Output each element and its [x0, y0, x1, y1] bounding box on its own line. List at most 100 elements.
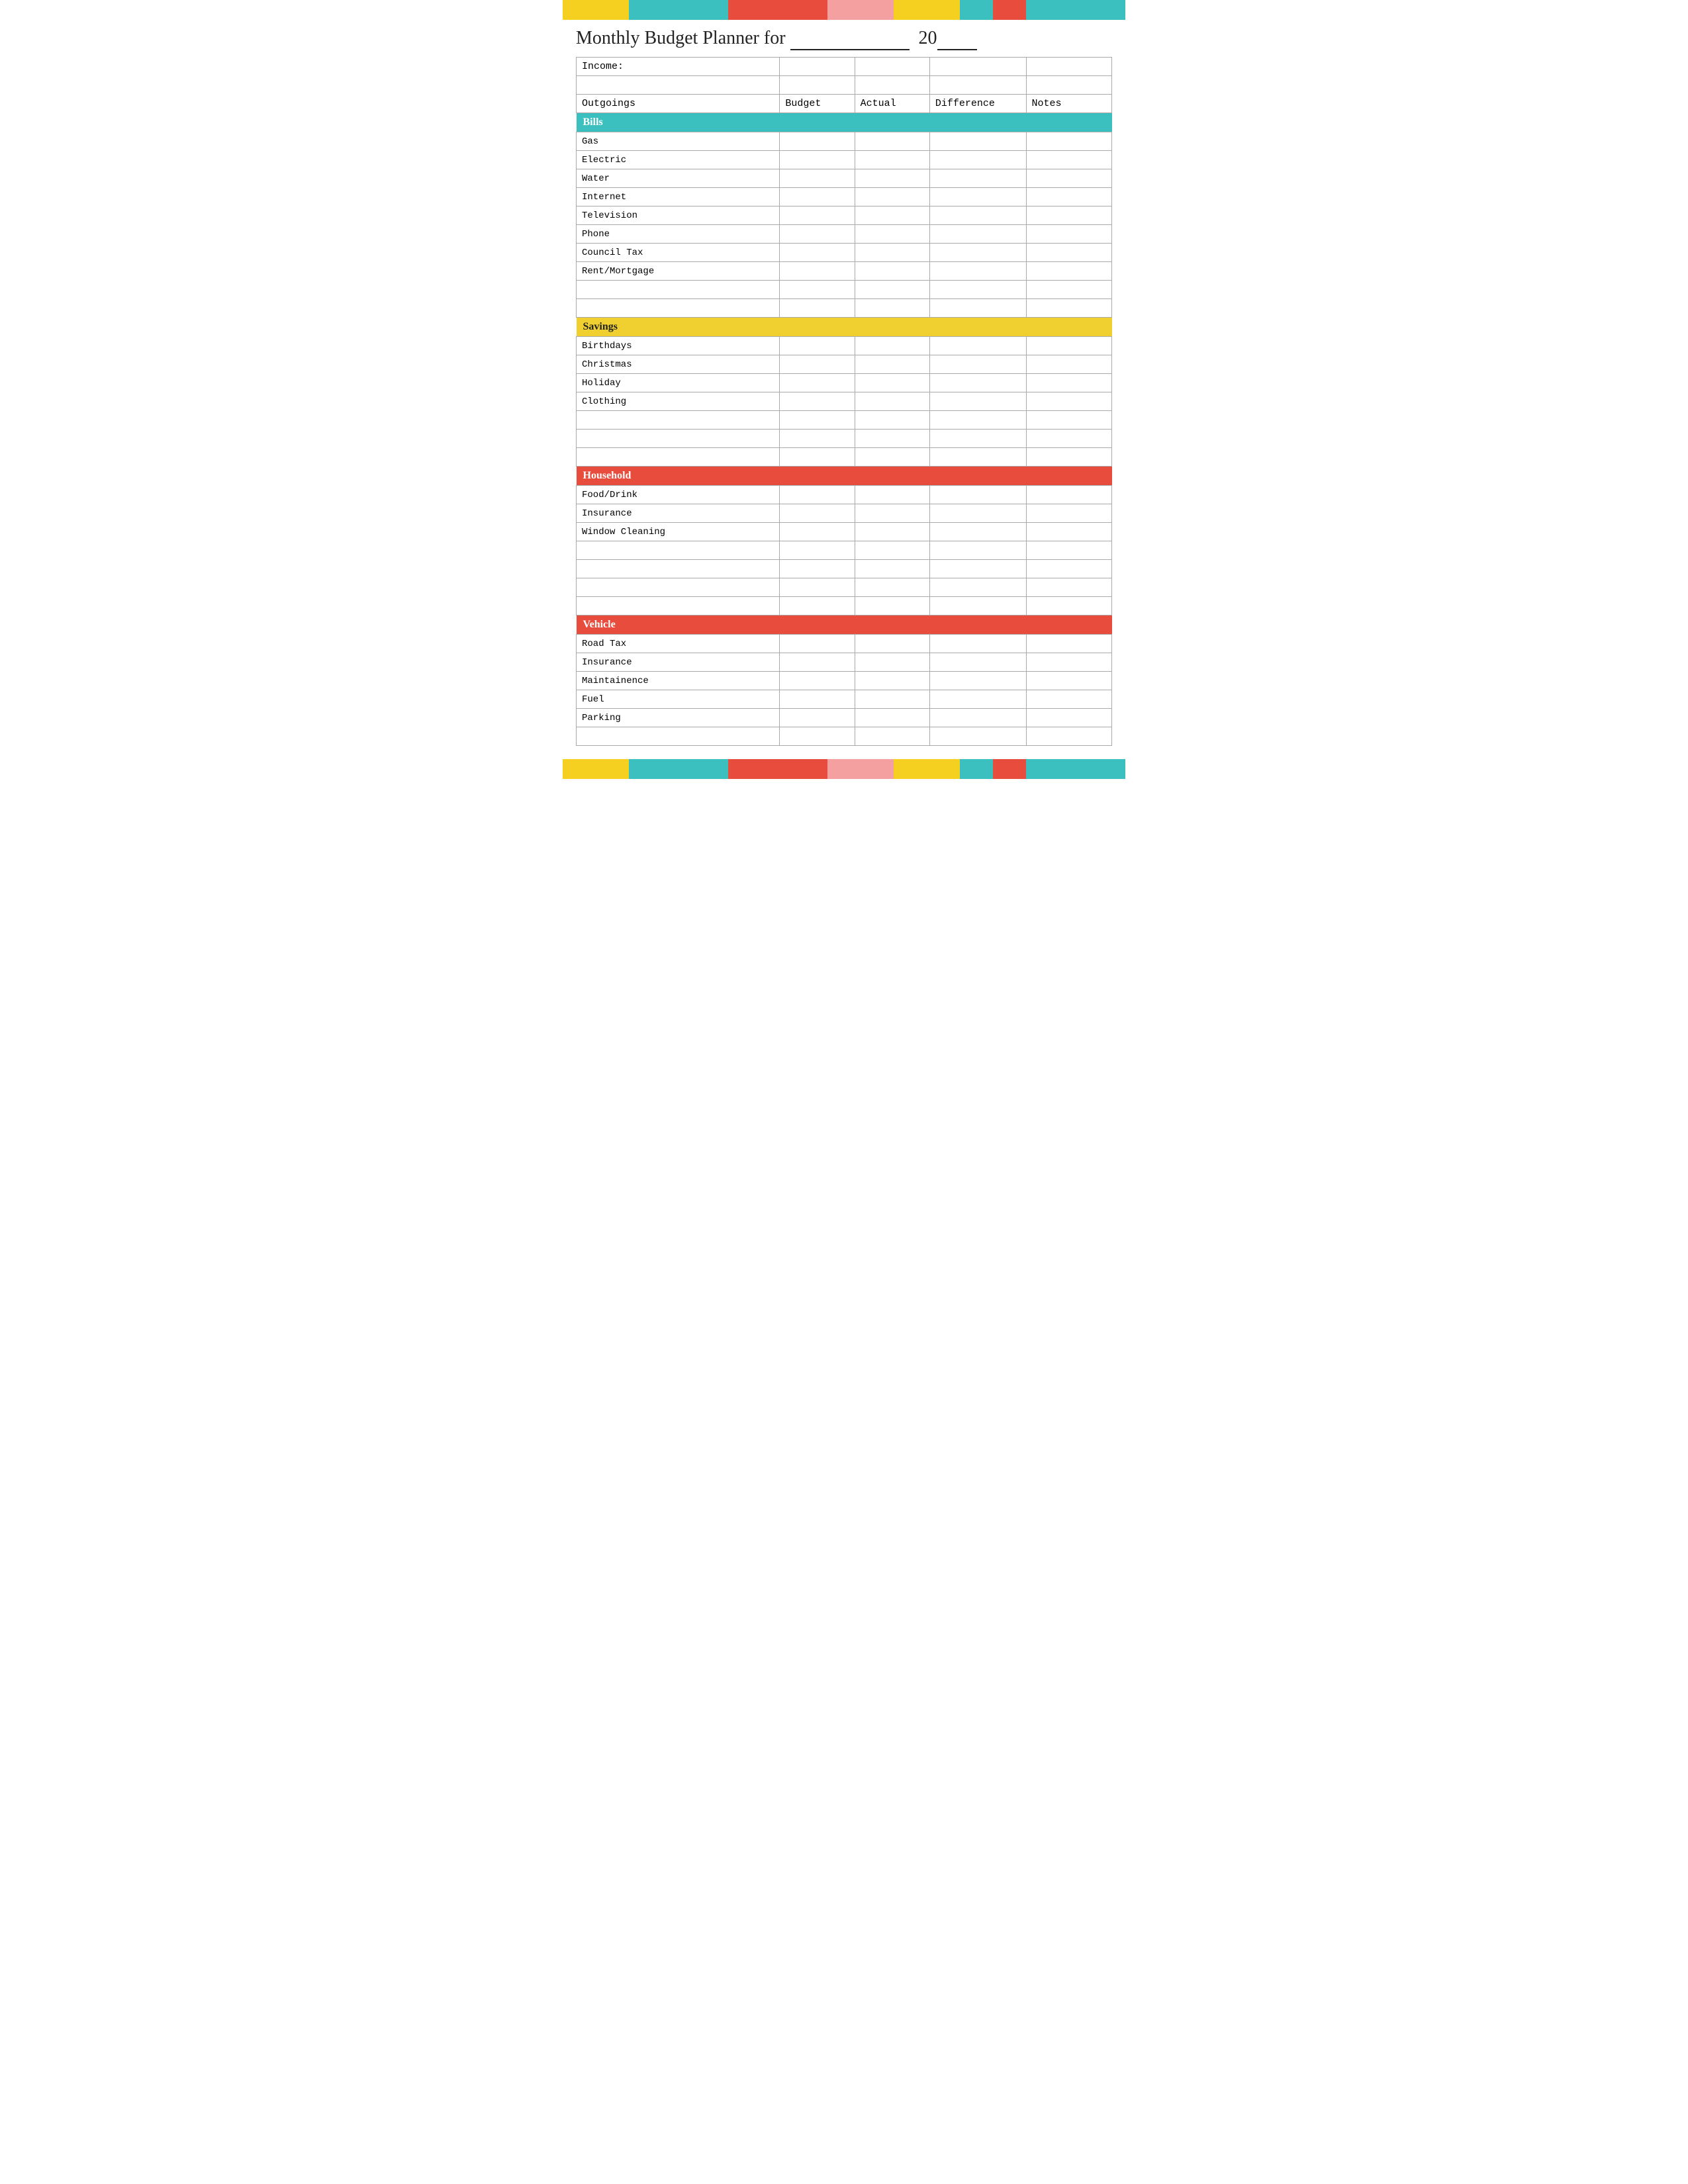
row-cell-1: [780, 262, 855, 281]
row-label-empty: [577, 560, 780, 578]
row-cell-1: [780, 523, 855, 541]
row-cell-2: [855, 355, 929, 374]
row-label-empty: [577, 411, 780, 430]
row-cell-3: [929, 374, 1026, 392]
row-cell-1: [780, 653, 855, 672]
row-label-empty: [577, 430, 780, 448]
row-cell-4: [1026, 244, 1111, 262]
page-title: Monthly Budget Planner for 20: [563, 20, 1125, 57]
section-header-bills: Bills: [577, 113, 1112, 132]
row-cell-2: [855, 225, 929, 244]
table-row: Council Tax: [577, 244, 1112, 262]
row-cell-2: [855, 709, 929, 727]
row-label-empty: [577, 299, 780, 318]
row-label: Window Cleaning: [577, 523, 780, 541]
row-label: Rent/Mortgage: [577, 262, 780, 281]
row-cell-1: [780, 635, 855, 653]
income-notes: [1026, 58, 1111, 76]
bar-segment: [563, 759, 629, 779]
row-cell-2: [855, 411, 929, 430]
row-cell-1: [780, 690, 855, 709]
row-cell-3: [929, 299, 1026, 318]
table-row: Television: [577, 206, 1112, 225]
row-label: Holiday: [577, 374, 780, 392]
row-cell-3: [929, 355, 1026, 374]
top-color-bar: [563, 0, 1125, 20]
row-cell-1: [780, 244, 855, 262]
col-notes: Notes: [1026, 95, 1111, 113]
row-label-empty: [577, 541, 780, 560]
row-cell-1: [780, 411, 855, 430]
bar-segment: [993, 0, 1026, 20]
row-label: Parking: [577, 709, 780, 727]
col-difference: Difference: [929, 95, 1026, 113]
row-cell-4: [1026, 597, 1111, 615]
row-cell-1: [780, 504, 855, 523]
table-row: Fuel: [577, 690, 1112, 709]
row-cell-4: [1026, 690, 1111, 709]
row-cell-3: [929, 430, 1026, 448]
section-label-household: Household: [577, 467, 1112, 486]
spacer-row-1: [577, 76, 1112, 95]
row-cell-3: [929, 337, 1026, 355]
bar-segment: [894, 0, 960, 20]
row-cell-3: [929, 709, 1026, 727]
title-blank: [790, 28, 910, 50]
bar-segment: [728, 759, 827, 779]
row-cell-1: [780, 151, 855, 169]
row-cell-3: [929, 132, 1026, 151]
income-diff: [929, 58, 1026, 76]
table-row: Window Cleaning: [577, 523, 1112, 541]
row-cell-3: [929, 225, 1026, 244]
row-cell-3: [929, 262, 1026, 281]
budget-table: Income: Outgoings Budget Actual Differen…: [576, 57, 1112, 746]
table-row: Rent/Mortgage: [577, 262, 1112, 281]
table-row: [577, 560, 1112, 578]
table-row: [577, 281, 1112, 299]
row-cell-4: [1026, 337, 1111, 355]
row-cell-2: [855, 653, 929, 672]
section-header-vehicle: Vehicle: [577, 615, 1112, 635]
row-cell-4: [1026, 504, 1111, 523]
row-cell-1: [780, 392, 855, 411]
budget-table-wrapper: Income: Outgoings Budget Actual Differen…: [563, 57, 1125, 752]
row-label: Internet: [577, 188, 780, 206]
row-cell-4: [1026, 672, 1111, 690]
table-row: Clothing: [577, 392, 1112, 411]
bar-segment: [960, 759, 993, 779]
row-cell-2: [855, 151, 929, 169]
row-cell-1: [780, 727, 855, 746]
row-cell-1: [780, 337, 855, 355]
row-cell-3: [929, 448, 1026, 467]
col-budget: Budget: [780, 95, 855, 113]
table-row: Road Tax: [577, 635, 1112, 653]
row-cell-4: [1026, 653, 1111, 672]
row-cell-4: [1026, 299, 1111, 318]
row-cell-3: [929, 597, 1026, 615]
row-cell-4: [1026, 392, 1111, 411]
col-outgoings: Outgoings: [577, 95, 780, 113]
row-cell-2: [855, 430, 929, 448]
bar-segment: [1026, 759, 1125, 779]
row-cell-2: [855, 523, 929, 541]
table-row: [577, 299, 1112, 318]
row-cell-2: [855, 262, 929, 281]
row-label: Phone: [577, 225, 780, 244]
row-cell-2: [855, 206, 929, 225]
row-cell-1: [780, 281, 855, 299]
row-cell-4: [1026, 281, 1111, 299]
row-cell-4: [1026, 355, 1111, 374]
row-cell-1: [780, 541, 855, 560]
row-cell-4: [1026, 486, 1111, 504]
row-cell-1: [780, 225, 855, 244]
row-cell-2: [855, 560, 929, 578]
row-cell-2: [855, 448, 929, 467]
table-row: [577, 541, 1112, 560]
row-cell-2: [855, 504, 929, 523]
col-actual: Actual: [855, 95, 929, 113]
row-label-empty: [577, 727, 780, 746]
row-cell-3: [929, 151, 1026, 169]
row-cell-2: [855, 188, 929, 206]
row-cell-1: [780, 597, 855, 615]
row-cell-1: [780, 486, 855, 504]
